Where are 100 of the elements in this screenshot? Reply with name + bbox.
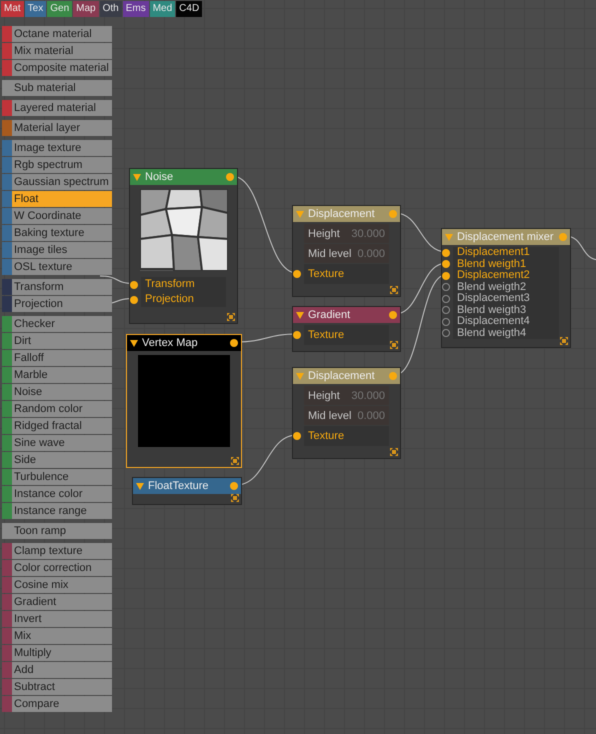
param-row[interactable]: Mid level 0.000 — [304, 244, 389, 263]
node-type-item[interactable]: Image texture — [12, 140, 112, 156]
node-panel[interactable]: Displacement mixer Displacement1 Blend weigth1 Displacement2 Blend weigth2 Displacement3 Blend weigth3 Displacement4 Blend weigth4 — [441, 228, 571, 348]
param-row[interactable]: Height 30.000 — [304, 224, 389, 243]
param-row[interactable]: Height 30.000 — [304, 386, 389, 405]
node-type-item[interactable]: Rgb spectrum — [12, 157, 112, 173]
input-port[interactable] — [442, 294, 450, 303]
node-panel[interactable]: Displacement Height 30.000 Mid level 0.000 Texture — [292, 205, 401, 297]
node-type-item[interactable]: Transform — [12, 279, 112, 295]
node-type-item[interactable]: Side — [12, 452, 112, 468]
input-port[interactable] — [442, 272, 450, 280]
node-title: Noise — [145, 171, 174, 183]
node-title: Displacement — [308, 208, 376, 220]
input-port[interactable] — [442, 260, 450, 268]
node-type-item[interactable]: Composite material — [12, 60, 112, 76]
node-type-item[interactable]: Marble — [12, 367, 112, 383]
node-panel[interactable]: Displacement Height 30.000 Mid level 0.000 Texture — [292, 367, 401, 459]
node-header[interactable]: Vertex Map — [127, 335, 241, 351]
category-tab[interactable]: Map — [73, 1, 99, 17]
param-row[interactable]: Mid level 0.000 — [304, 406, 389, 425]
node-type-item[interactable]: Sub material — [12, 80, 112, 96]
resize-icon[interactable] — [390, 448, 398, 456]
category-tab[interactable]: C4D — [176, 1, 202, 17]
node-type-item[interactable]: OSL texture — [12, 259, 112, 275]
node-panel[interactable]: Vertex Map — [126, 334, 242, 468]
node-type-item[interactable]: Ridged fractal — [12, 418, 112, 434]
input-label: Displacement3 — [457, 293, 530, 304]
node-type-item[interactable]: Compare — [12, 696, 112, 712]
node-title: Displacement — [308, 370, 376, 382]
node-type-item[interactable]: Subtract — [12, 679, 112, 695]
node-type-item[interactable]: Projection — [12, 296, 112, 312]
node-type-item[interactable]: Checker — [12, 316, 112, 332]
input-label: Displacement2 — [457, 270, 530, 282]
node-type-item[interactable]: Layered material — [12, 100, 112, 116]
collapse-icon[interactable] — [130, 340, 138, 346]
input-label: Displacement4 — [457, 316, 530, 328]
resize-icon[interactable] — [390, 341, 398, 349]
node-type-item[interactable]: Sine wave — [12, 435, 112, 451]
category-tab[interactable]: Gen — [47, 1, 72, 17]
node-type-item[interactable]: Gradient — [12, 594, 112, 610]
input-port[interactable] — [130, 280, 138, 288]
node-type-item[interactable]: Dirt — [12, 333, 112, 349]
resize-icon[interactable] — [227, 313, 235, 321]
category-tab[interactable]: Tex — [24, 1, 46, 17]
input-label: Blend weigth4 — [457, 328, 526, 339]
resize-icon[interactable] — [231, 457, 239, 465]
category-tab[interactable]: Mat — [1, 1, 24, 17]
param-label: Height — [308, 228, 340, 240]
node-type-item[interactable]: Falloff — [12, 350, 112, 366]
node-type-item[interactable]: Baking texture — [12, 225, 112, 241]
input-port[interactable] — [442, 329, 450, 338]
node-type-item[interactable]: Material layer — [12, 120, 112, 136]
input-port[interactable] — [442, 248, 450, 257]
node-type-item[interactable]: Mix — [12, 628, 112, 644]
node-type-item[interactable]: Noise — [12, 384, 112, 400]
resize-icon[interactable] — [231, 494, 239, 502]
category-tab[interactable]: Med — [150, 1, 176, 17]
param-value[interactable]: 30.000 — [351, 390, 385, 402]
node-type-item[interactable]: Color correction — [12, 560, 112, 576]
node-panel[interactable]: Gradient Texture — [292, 306, 401, 352]
node-type-item[interactable]: W Coordinate — [12, 208, 112, 224]
resize-icon[interactable] — [560, 337, 568, 345]
node-panel[interactable]: FloatTexture — [132, 477, 242, 505]
input-port[interactable] — [442, 318, 450, 326]
input-label: Texture — [308, 268, 344, 280]
input-port[interactable] — [293, 432, 301, 440]
input-port[interactable] — [293, 270, 301, 278]
node-type-item[interactable]: Invert — [12, 611, 112, 627]
param-value[interactable]: 30.000 — [351, 228, 385, 240]
node-type-item[interactable]: Instance color — [12, 486, 112, 502]
node-type-item[interactable]: Turbulence — [12, 469, 112, 485]
input-port[interactable] — [442, 283, 450, 292]
output-port[interactable] — [230, 339, 238, 347]
node-panel[interactable]: Noise Transform Projection — [129, 168, 238, 324]
node-type-item[interactable]: Instance range — [12, 503, 112, 519]
node-type-item[interactable]: Random color — [12, 401, 112, 417]
param-value[interactable]: 0.000 — [357, 248, 385, 260]
input-port[interactable] — [442, 306, 450, 314]
node-type-item[interactable]: Float — [12, 191, 112, 207]
node-type-item[interactable]: Add — [12, 662, 112, 678]
input-port[interactable] — [293, 331, 301, 339]
input-label: Projection — [145, 294, 194, 305]
category-tab[interactable]: Ems — [122, 1, 149, 17]
node-type-item[interactable]: Image tiles — [12, 242, 112, 258]
node-title: Gradient — [308, 309, 352, 321]
input-label: Displacement1 — [457, 247, 530, 258]
node-type-item[interactable]: Toon ramp — [12, 523, 112, 539]
category-tab[interactable]: Oth — [100, 1, 122, 17]
node-type-item[interactable]: Octane material — [12, 26, 112, 42]
node-type-item[interactable]: Clamp texture — [12, 543, 112, 559]
node-title: Vertex Map — [142, 337, 199, 349]
input-label: Texture — [308, 430, 344, 442]
input-port[interactable] — [130, 296, 138, 304]
node-type-item[interactable]: Mix material — [12, 43, 112, 59]
param-label: Mid level — [308, 248, 352, 260]
resize-icon[interactable] — [390, 286, 398, 294]
node-type-item[interactable]: Multiply — [12, 645, 112, 661]
node-type-item[interactable]: Gaussian spectrum — [12, 174, 112, 190]
param-value[interactable]: 0.000 — [357, 410, 385, 422]
node-type-item[interactable]: Cosine mix — [12, 577, 112, 593]
